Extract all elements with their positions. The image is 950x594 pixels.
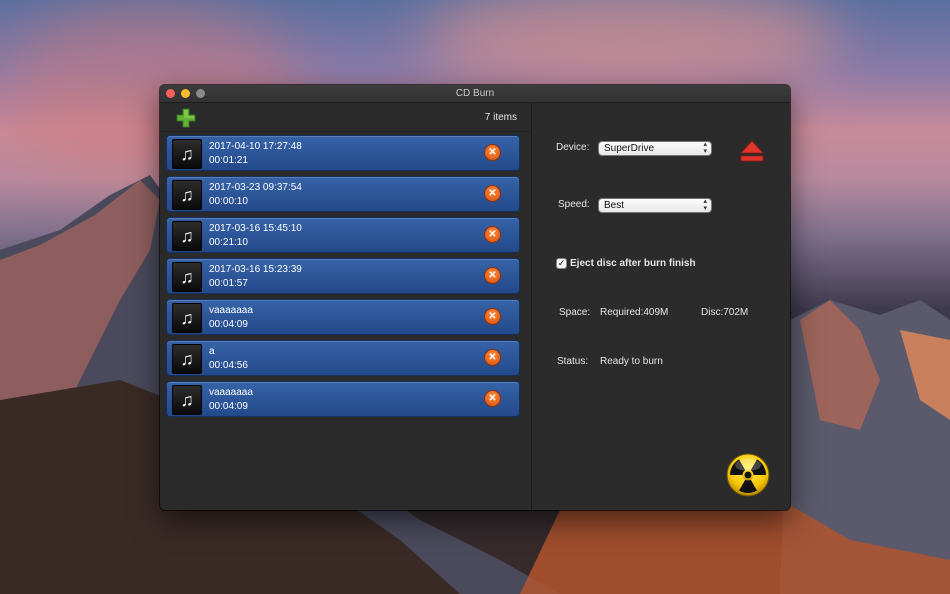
music-note-icon: ♫ (172, 385, 202, 415)
close-icon[interactable]: ✕ (485, 186, 500, 201)
track-row[interactable]: ♫ 2017-04-10 17:27:48 00:01:21 ✕ (167, 136, 519, 170)
close-icon[interactable]: ✕ (485, 268, 500, 283)
music-note-icon: ♫ (172, 221, 202, 251)
track-row[interactable]: ♫ 2017-03-23 09:37:54 00:00:10 ✕ (167, 177, 519, 211)
music-note-icon: ♫ (172, 344, 202, 374)
track-name: 2017-03-16 15:23:39 (209, 264, 302, 275)
track-duration: 00:01:21 (209, 155, 248, 166)
space-required: Required:409M (600, 307, 669, 318)
list-toolbar: 7 items (160, 103, 530, 132)
eject-checkbox-label: Eject disc after burn finish (570, 258, 696, 269)
track-row[interactable]: ♫ vaaaaaaa 00:04:09 ✕ (167, 382, 519, 416)
close-icon[interactable]: ✕ (485, 145, 500, 160)
music-note-icon: ♫ (172, 180, 202, 210)
close-icon[interactable]: ✕ (485, 391, 500, 406)
music-note-icon: ♫ (172, 262, 202, 292)
close-window-button[interactable] (166, 89, 175, 98)
track-name: 2017-04-10 17:27:48 (209, 141, 302, 152)
radiation-icon[interactable] (726, 453, 770, 497)
minimize-window-button[interactable] (181, 89, 190, 98)
track-name: 2017-03-23 09:37:54 (209, 182, 302, 193)
music-note-icon: ♫ (172, 303, 202, 333)
speed-select[interactable]: Best ▴ ▾ (599, 198, 711, 212)
zoom-window-button[interactable] (196, 89, 205, 98)
speed-value: Best (604, 200, 625, 211)
close-icon[interactable]: ✕ (485, 227, 500, 242)
track-duration: 00:04:09 (209, 401, 248, 412)
track-duration: 00:00:10 (209, 196, 248, 207)
status-label: Status: (557, 356, 589, 367)
track-duration: 00:04:56 (209, 360, 248, 371)
track-row[interactable]: ♫ vaaaaaaa 00:04:09 ✕ (167, 300, 519, 334)
device-select[interactable]: SuperDrive ▴ ▾ (599, 141, 711, 155)
device-value: SuperDrive (604, 143, 655, 154)
track-list: ♫ 2017-04-10 17:27:48 00:01:21 ✕ ♫ 2017-… (167, 136, 519, 423)
eject-icon[interactable] (740, 140, 764, 162)
track-row[interactable]: ♫ 2017-03-16 15:45:10 00:21:10 ✕ (167, 218, 519, 252)
speed-label: Speed: (558, 199, 590, 210)
space-label: Space: (559, 307, 591, 318)
item-count: 7 items (484, 112, 517, 123)
track-name: vaaaaaaa (209, 305, 253, 316)
title-bar[interactable]: CD Burn (160, 85, 790, 103)
select-arrows-icon: ▴ ▾ (703, 141, 707, 155)
track-panel: 7 items ♫ 2017-04-10 17:27:48 00:01:21 ✕… (160, 103, 530, 510)
status-value: Ready to burn (600, 356, 663, 367)
track-name: vaaaaaaa (209, 387, 253, 398)
plus-icon[interactable] (176, 108, 196, 128)
device-label: Device: (556, 142, 590, 153)
music-note-icon: ♫ (172, 139, 202, 169)
settings-panel: Device: SuperDrive ▴ ▾ Speed: Best ▴ ▾ ✓ E… (531, 103, 790, 510)
track-duration: 00:21:10 (209, 237, 248, 248)
app-window: CD Burn 7 items ♫ 2017-04-10 17:27:48 00… (160, 85, 790, 510)
close-icon[interactable]: ✕ (485, 350, 500, 365)
close-icon[interactable]: ✕ (485, 309, 500, 324)
eject-checkbox[interactable]: ✓ (557, 259, 566, 268)
window-title: CD Burn (455, 88, 495, 99)
track-row[interactable]: ♫ a 00:04:56 ✕ (167, 341, 519, 375)
track-name: 2017-03-16 15:45:10 (209, 223, 302, 234)
track-row[interactable]: ♫ 2017-03-16 15:23:39 00:01:57 ✕ (167, 259, 519, 293)
track-duration: 00:01:57 (209, 278, 248, 289)
track-duration: 00:04:09 (209, 319, 248, 330)
track-name: a (209, 346, 215, 357)
select-arrows-icon: ▴ ▾ (703, 198, 707, 212)
space-disc: Disc:702M (701, 307, 749, 318)
